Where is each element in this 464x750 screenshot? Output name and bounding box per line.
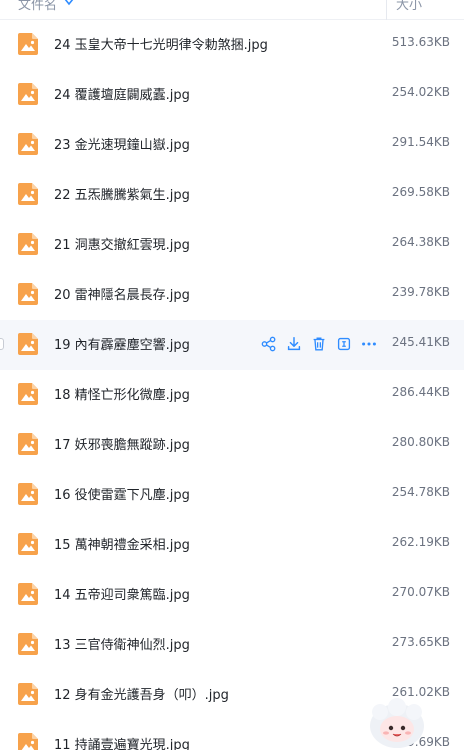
- image-file-icon: [18, 433, 38, 455]
- file-row[interactable]: 24 玉皇大帝十七光明律令勅煞捆.jpg 513.63KB: [0, 20, 464, 70]
- file-row[interactable]: 20 雷神隱名晨長存.jpg 239.78KB: [0, 270, 464, 320]
- file-name[interactable]: 16 役使雷霆下凡塵.jpg: [54, 484, 190, 503]
- image-file-icon: [18, 533, 38, 555]
- file-size: 245.41KB: [391, 335, 450, 349]
- image-file-icon: [18, 133, 38, 155]
- file-size: 291.54KB: [391, 135, 450, 149]
- file-size: 270.07KB: [391, 585, 450, 599]
- file-row[interactable]: 23 金光速現鐘山嶽.jpg 291.54KB: [0, 120, 464, 170]
- file-name[interactable]: 20 雷神隱名晨長存.jpg: [54, 284, 190, 303]
- file-size: 264.38KB: [391, 235, 450, 249]
- file-size: 239.78KB: [391, 285, 450, 299]
- file-name[interactable]: 24 覆護壇庭闢威蠹.jpg: [54, 84, 190, 103]
- column-divider: [386, 0, 387, 20]
- file-row[interactable]: 19 內有霹靂塵空響.jpg 245.41KB: [0, 320, 464, 370]
- file-size: 269.58KB: [391, 185, 450, 199]
- file-name[interactable]: 23 金光速現鐘山嶽.jpg: [54, 134, 190, 153]
- image-file-icon: [18, 583, 38, 605]
- file-size: 280.80KB: [391, 435, 450, 449]
- file-size: 513.63KB: [391, 35, 450, 49]
- file-list-header: 文件名 大小: [0, 0, 464, 20]
- file-row[interactable]: 21 洞惠交撤紅雲現.jpg 264.38KB: [0, 220, 464, 270]
- image-file-icon: [18, 483, 38, 505]
- assistant-mascot-icon[interactable]: [368, 698, 426, 750]
- file-row[interactable]: 22 五炁騰騰紫氣生.jpg 269.58KB: [0, 170, 464, 220]
- image-file-icon: [18, 683, 38, 705]
- image-file-icon: [18, 633, 38, 655]
- file-row[interactable]: 14 五帝迎司衆篤臨.jpg 270.07KB: [0, 570, 464, 620]
- file-name[interactable]: 11 持誦壹遍寶光現.jpg: [54, 734, 190, 750]
- file-row[interactable]: 17 妖邪喪膽無蹤跡.jpg 280.80KB: [0, 420, 464, 470]
- file-size: 261.02KB: [391, 685, 450, 699]
- file-row[interactable]: 15 萬神朝禮金采相.jpg 262.19KB: [0, 520, 464, 570]
- download-icon[interactable]: [285, 335, 303, 353]
- file-name[interactable]: 18 精怪亡形化微塵.jpg: [54, 384, 190, 403]
- file-name[interactable]: 22 五炁騰騰紫氣生.jpg: [54, 184, 190, 203]
- column-header-size[interactable]: 大小: [396, 0, 422, 13]
- sort-arrow-icon[interactable]: [64, 0, 74, 6]
- file-size: 262.19KB: [391, 535, 450, 549]
- row-checkbox[interactable]: [0, 338, 4, 350]
- column-header-name[interactable]: 文件名: [18, 0, 57, 13]
- delete-icon[interactable]: [310, 335, 328, 353]
- file-size: 273.65KB: [391, 635, 450, 649]
- more-icon[interactable]: [360, 335, 378, 353]
- file-size: 254.02KB: [391, 85, 450, 99]
- image-file-icon: [18, 233, 38, 255]
- file-size: 286.44KB: [391, 385, 450, 399]
- image-file-icon: [18, 183, 38, 205]
- file-name[interactable]: 15 萬神朝禮金采相.jpg: [54, 534, 190, 553]
- file-row[interactable]: 16 役使雷霆下凡塵.jpg 254.78KB: [0, 470, 464, 520]
- file-row[interactable]: 24 覆護壇庭闢威蠹.jpg 254.02KB: [0, 70, 464, 120]
- file-name[interactable]: 21 洞惠交撤紅雲現.jpg: [54, 234, 190, 253]
- image-file-icon: [18, 283, 38, 305]
- image-file-icon: [18, 83, 38, 105]
- image-file-icon: [18, 333, 38, 355]
- file-name[interactable]: 12 身有金光護吾身（叩）.jpg: [54, 684, 229, 703]
- image-file-icon: [18, 33, 38, 55]
- file-name[interactable]: 24 玉皇大帝十七光明律令勅煞捆.jpg: [54, 34, 268, 53]
- file-name[interactable]: 13 三官侍衛神仙烈.jpg: [54, 634, 190, 653]
- share-icon[interactable]: [260, 335, 278, 353]
- file-row[interactable]: 18 精怪亡形化微塵.jpg 286.44KB: [0, 370, 464, 420]
- image-file-icon: [18, 733, 38, 750]
- file-name[interactable]: 14 五帝迎司衆篤臨.jpg: [54, 584, 190, 603]
- file-name[interactable]: 17 妖邪喪膽無蹤跡.jpg: [54, 434, 190, 453]
- rename-icon[interactable]: [335, 335, 353, 353]
- file-row[interactable]: 13 三官侍衛神仙烈.jpg 273.65KB: [0, 620, 464, 670]
- row-actions: [260, 335, 378, 355]
- file-size: 254.78KB: [391, 485, 450, 499]
- file-name[interactable]: 19 內有霹靂塵空響.jpg: [54, 334, 190, 353]
- image-file-icon: [18, 383, 38, 405]
